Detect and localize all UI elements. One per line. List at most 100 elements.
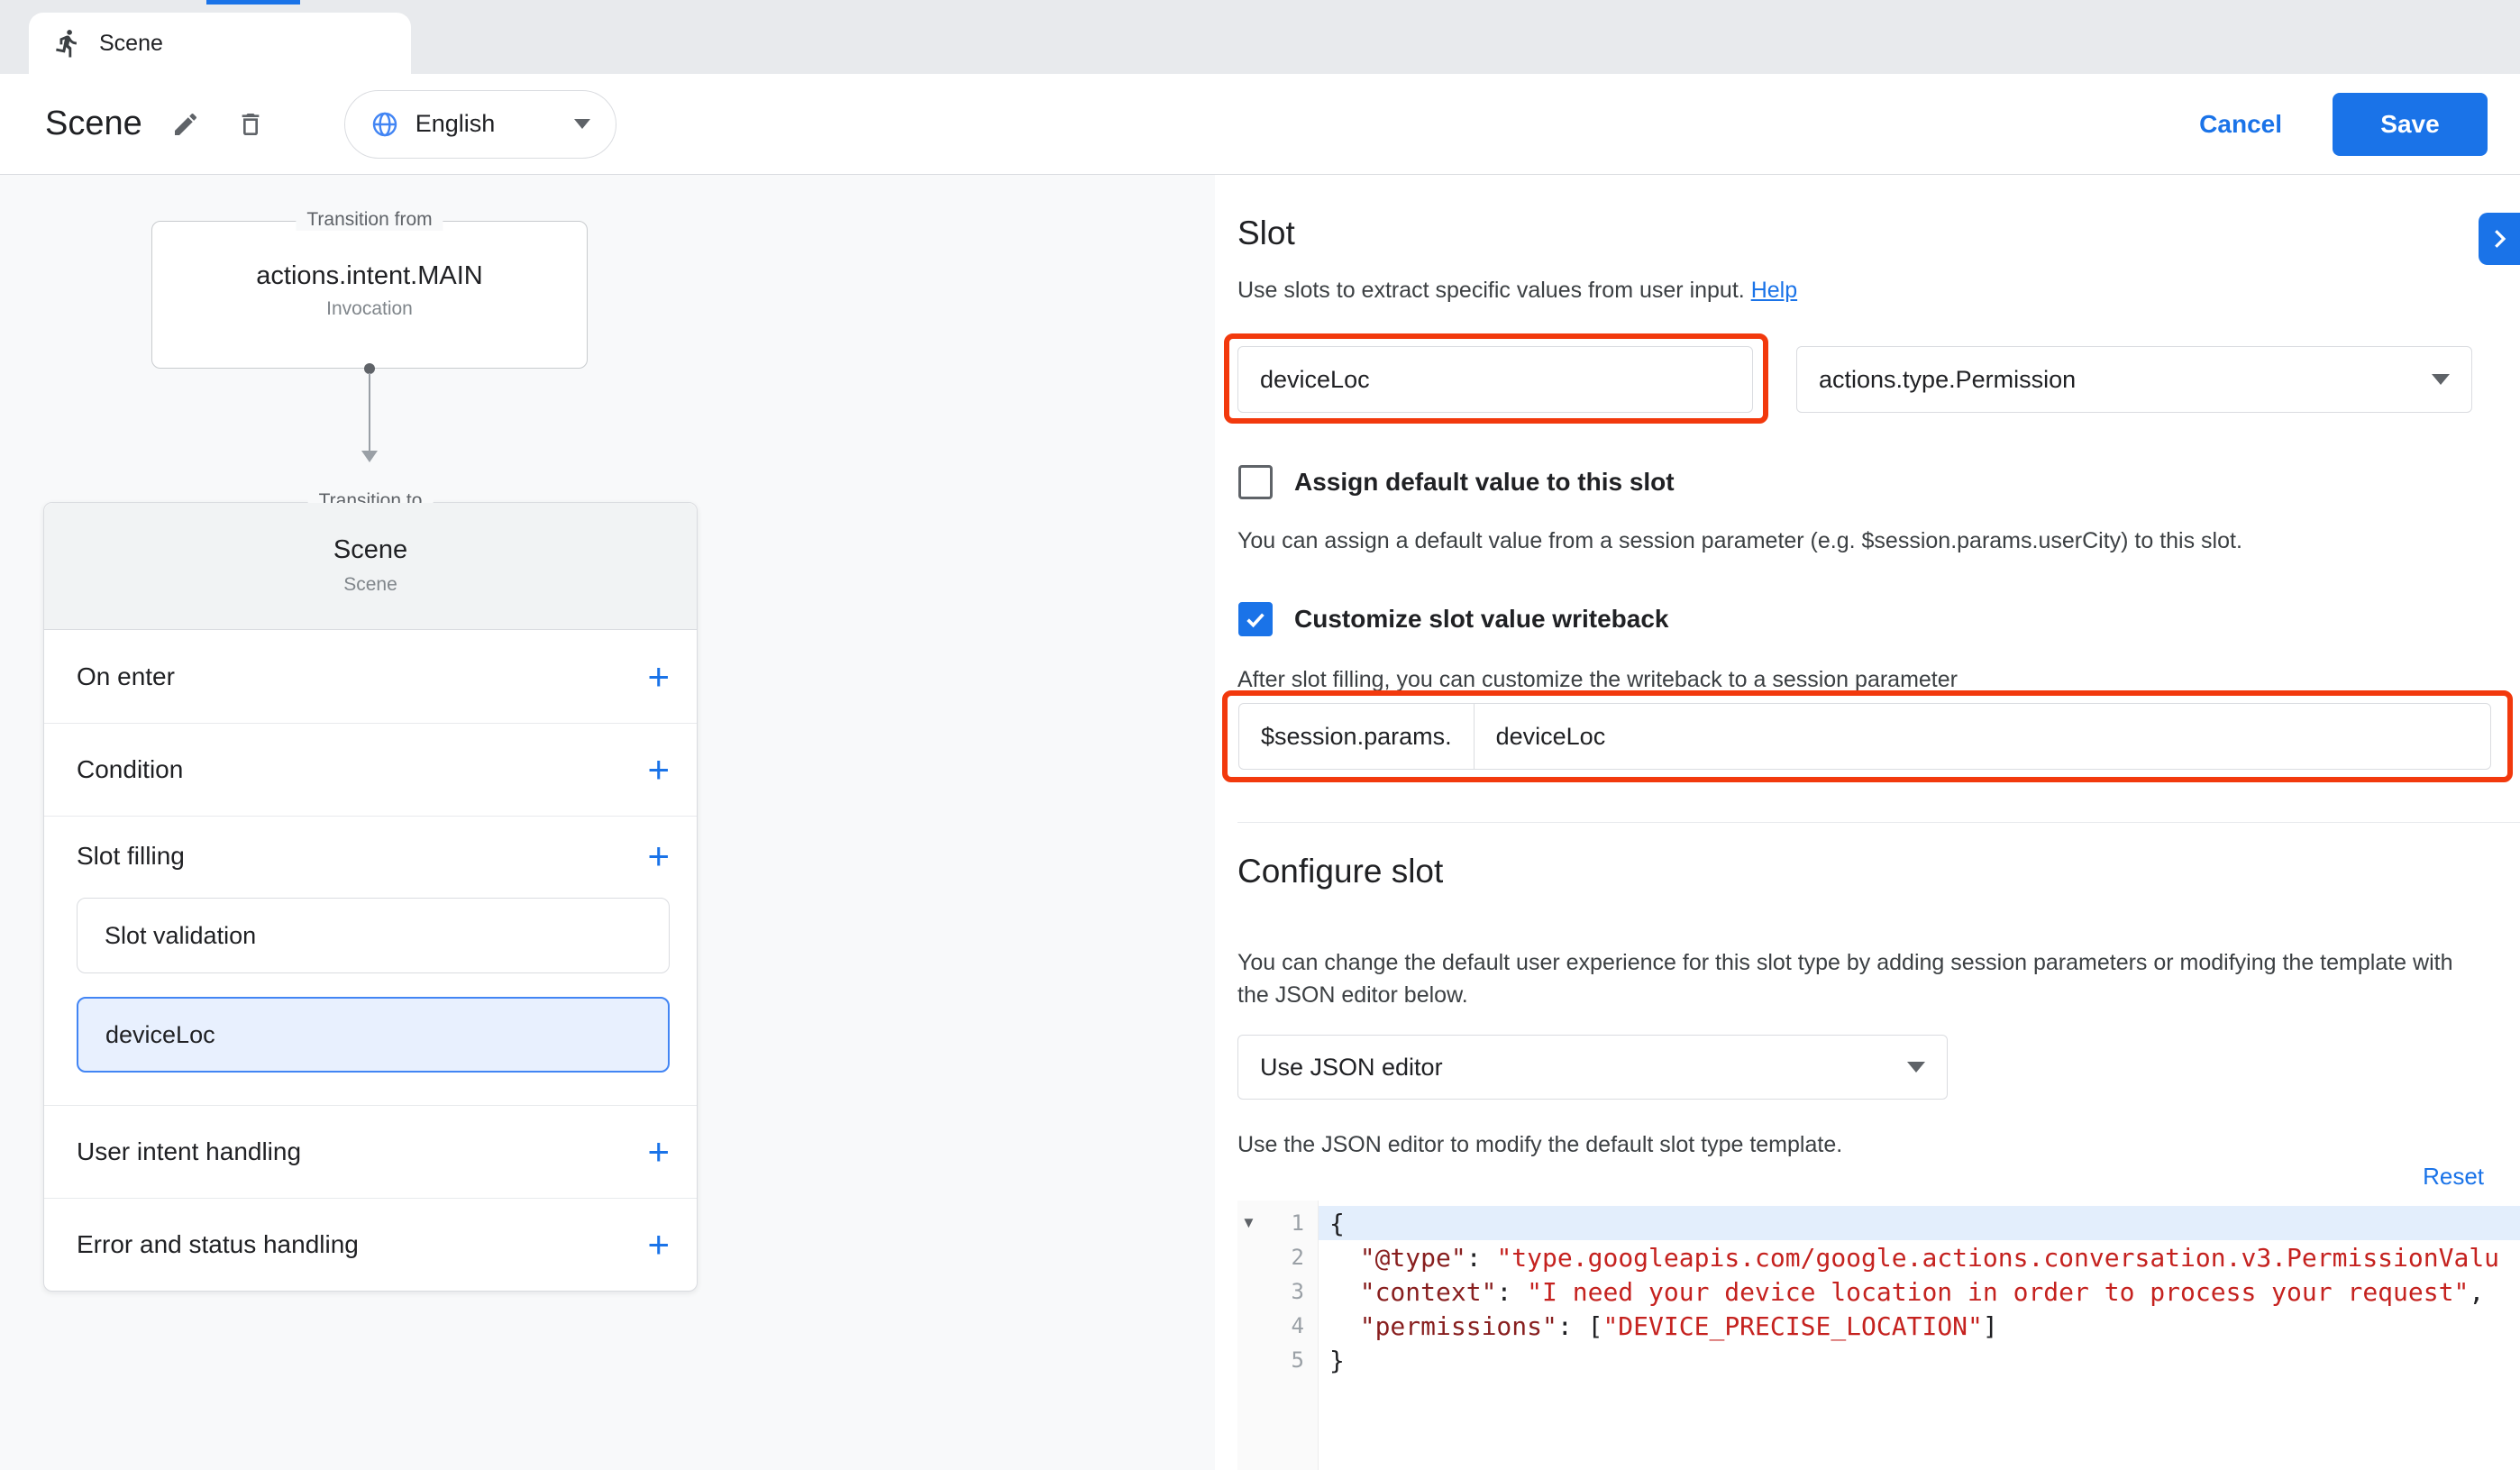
line-number: 4 (1292, 1313, 1304, 1338)
scene-card-subtitle: Scene (44, 574, 697, 596)
add-icon[interactable]: + (647, 843, 670, 870)
tab-label: Scene (99, 31, 163, 57)
slot-name-value: deviceLoc (1260, 366, 1370, 394)
slot-type-value: actions.type.Permission (1819, 366, 2076, 394)
person-walk-icon (52, 28, 83, 59)
writeback-label: Customize slot value writeback (1294, 605, 1668, 634)
section-label: Error and status handling (77, 1230, 647, 1259)
code-token: "I need your device location in order to… (1527, 1277, 2469, 1307)
save-button[interactable]: Save (2333, 93, 2488, 156)
help-link[interactable]: Help (1751, 278, 1797, 303)
tab-strip: Scene (0, 0, 2520, 74)
flow-arrow-line (369, 373, 370, 452)
code-line[interactable]: 5 } (1237, 1343, 2520, 1377)
intent-subtitle: Invocation (152, 298, 587, 320)
section-label: On enter (77, 662, 647, 691)
transition-from-label: Transition from (296, 209, 443, 231)
delete-scene-button[interactable] (229, 103, 272, 146)
add-icon[interactable]: + (647, 1231, 670, 1258)
slot-description-text: Use slots to extract specific values fro… (1237, 278, 1745, 303)
code-token: "DEVICE_PRECISE_LOCATION" (1602, 1311, 1982, 1341)
code-token (1329, 1243, 1360, 1273)
code-line[interactable]: ▼ 1 { (1237, 1206, 2520, 1240)
code-token (1329, 1277, 1360, 1307)
section-label: User intent handling (77, 1137, 647, 1166)
slot-deviceloc-item[interactable]: deviceLoc (77, 997, 670, 1073)
header: Scene English Cancel Save (0, 74, 2520, 175)
scene-card-title: Scene (44, 535, 697, 565)
code-token (1329, 1311, 1360, 1341)
code-token: "context" (1360, 1277, 1497, 1307)
writeback-input[interactable]: $session.params. deviceLoc (1238, 703, 2491, 770)
slot-validation-item[interactable]: Slot validation (77, 898, 670, 973)
code-line[interactable]: 2 "@type": "type.googleapis.com/google.a… (1237, 1240, 2520, 1274)
scene-card: Transition to Scene Scene On enter + Con… (43, 502, 698, 1292)
chevron-down-icon (1907, 1062, 1925, 1073)
assign-default-helper: You can assign a default value from a se… (1237, 528, 2242, 554)
loading-accent-bar (206, 0, 300, 5)
section-divider (1237, 822, 2520, 823)
edit-scene-button[interactable] (164, 103, 207, 146)
section-error-status-handling[interactable]: Error and status handling + (44, 1198, 697, 1291)
writeback-value: deviceLoc (1475, 723, 1606, 751)
writeback-helper: After slot filling, you can customize th… (1237, 667, 1958, 693)
section-user-intent-handling[interactable]: User intent handling + (44, 1105, 697, 1198)
tab-scene[interactable]: Scene (29, 13, 411, 74)
assign-default-row[interactable]: Assign default value to this slot (1238, 465, 1675, 499)
flow-arrow-head (361, 451, 378, 462)
slot-name-input[interactable]: deviceLoc (1237, 346, 1753, 413)
writeback-prefix: $session.params. (1239, 704, 1475, 769)
line-number: 3 (1292, 1279, 1304, 1304)
code-token: , (2469, 1277, 2484, 1307)
slot-title: Slot (1237, 215, 1295, 252)
code-token: } (1329, 1346, 1345, 1375)
collapse-panel-button[interactable] (2479, 213, 2520, 265)
language-label: English (415, 110, 558, 138)
line-number: 5 (1292, 1347, 1304, 1373)
json-editor[interactable]: ▼ 1 { 2 "@type": "type.googleapis.com/go… (1237, 1201, 2520, 1470)
transition-from-box[interactable]: Transition from actions.intent.MAIN Invo… (151, 221, 588, 369)
scene-flow-panel: Transition from actions.intent.MAIN Invo… (0, 175, 1215, 1470)
section-on-enter[interactable]: On enter + (44, 630, 697, 723)
language-selector[interactable]: English (344, 90, 616, 159)
editor-mode-dropdown[interactable]: Use JSON editor (1237, 1035, 1948, 1100)
assign-default-label: Assign default value to this slot (1294, 468, 1675, 497)
cancel-button[interactable]: Cancel (2183, 99, 2298, 150)
globe-icon (370, 110, 399, 139)
add-icon[interactable]: + (647, 1138, 670, 1165)
page-title: Scene (45, 105, 142, 143)
writeback-checkbox[interactable] (1238, 602, 1273, 636)
editor-mode-value: Use JSON editor (1260, 1054, 1443, 1082)
code-token: ] (1983, 1311, 1998, 1341)
code-line[interactable]: 4 "permissions": ["DEVICE_PRECISE_LOCATI… (1237, 1309, 2520, 1343)
scene-card-header[interactable]: Scene Scene (44, 503, 697, 630)
pencil-icon (171, 110, 200, 139)
section-condition[interactable]: Condition + (44, 723, 697, 816)
line-number: 2 (1292, 1245, 1304, 1270)
line-number: 1 (1292, 1210, 1304, 1236)
section-slot-filling: Slot filling + Slot validation deviceLoc (44, 816, 697, 1105)
code-token: { (1329, 1209, 1345, 1238)
slot-filling-header[interactable]: Slot filling + (77, 842, 670, 871)
chevron-right-icon (2486, 225, 2513, 252)
configure-slot-title: Configure slot (1237, 853, 1443, 890)
assign-default-checkbox[interactable] (1238, 465, 1273, 499)
check-icon (1243, 607, 1268, 632)
slot-description: Use slots to extract specific values fro… (1237, 278, 1797, 304)
reset-link[interactable]: Reset (2423, 1163, 2484, 1191)
slot-type-dropdown[interactable]: actions.type.Permission (1796, 346, 2472, 413)
code-token: "@type" (1360, 1243, 1466, 1273)
fold-icon[interactable]: ▼ (1241, 1214, 1256, 1232)
code-token: "permissions" (1360, 1311, 1557, 1341)
intent-name: actions.intent.MAIN (152, 261, 587, 291)
code-line[interactable]: 3 "context": "I need your device locatio… (1237, 1274, 2520, 1309)
slot-detail-panel: Slot Use slots to extract specific value… (1215, 175, 2520, 1470)
code-token: : (1496, 1277, 1527, 1307)
writeback-row[interactable]: Customize slot value writeback (1238, 602, 1668, 636)
code-token: : [ (1557, 1311, 1603, 1341)
add-icon[interactable]: + (647, 756, 670, 783)
chevron-down-icon (2432, 374, 2450, 385)
add-icon[interactable]: + (647, 663, 670, 690)
json-editor-hint: Use the JSON editor to modify the defaul… (1237, 1132, 1842, 1158)
chevron-down-icon (574, 119, 590, 129)
